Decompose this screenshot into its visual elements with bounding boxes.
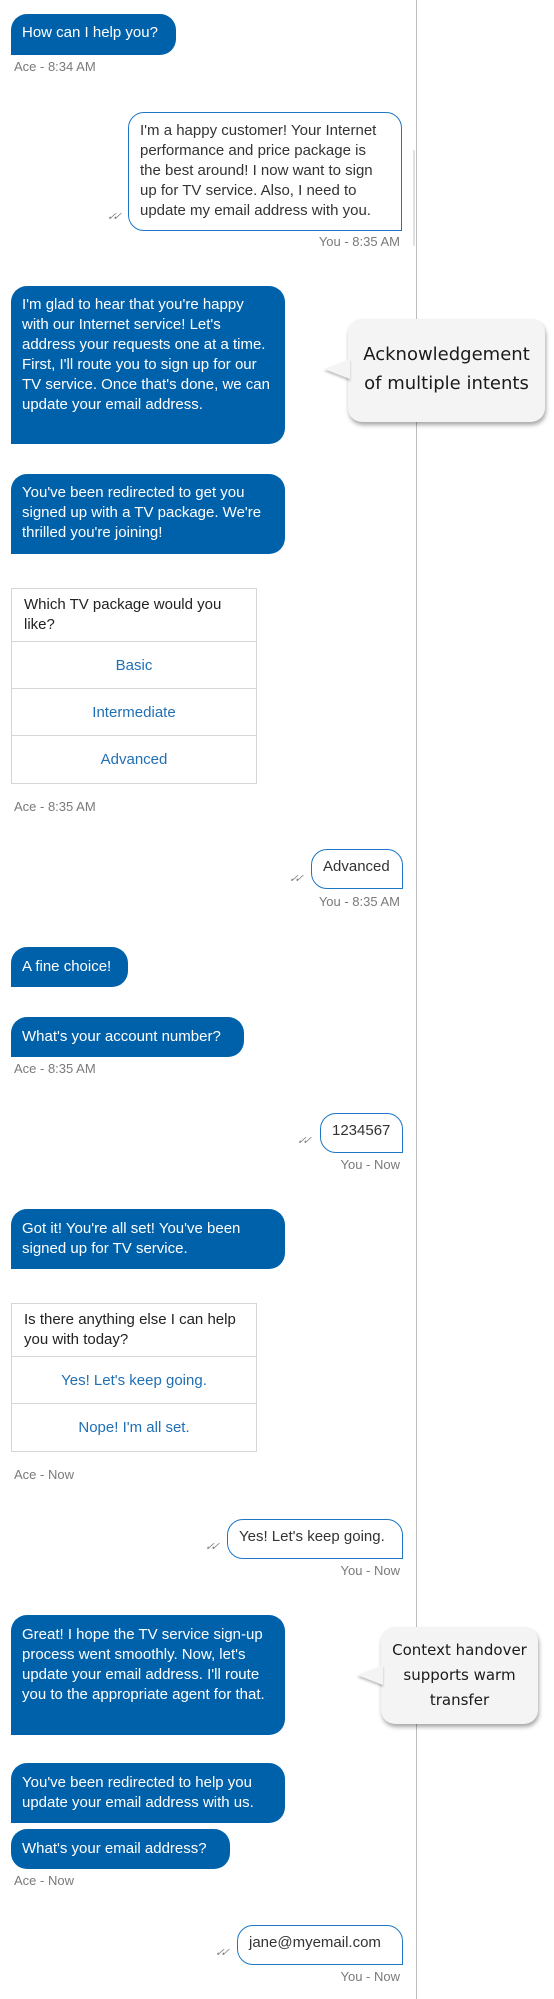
user-message: I'm a happy customer! Your Internet perf… — [128, 112, 402, 231]
user-message: jane@myemail.com — [237, 1925, 403, 1965]
message-text: You've been redirected to help you updat… — [22, 1774, 254, 1811]
message-text: I'm glad to hear that you're happy with … — [22, 296, 270, 413]
double-check-icon: ✓✓ — [203, 1541, 219, 1553]
message-meta: Ace - 8:35 AM — [14, 799, 96, 814]
option-all-set[interactable]: Nope! I'm all set. — [12, 1404, 256, 1451]
double-check-icon: ✓✓ — [213, 1947, 229, 1959]
double-check-icon: ✓✓ — [287, 873, 303, 885]
message-text: Yes! Let's keep going. — [239, 1528, 385, 1545]
option-keep-going[interactable]: Yes! Let's keep going. — [12, 1357, 256, 1404]
card-question: Which TV package would you like? — [12, 589, 256, 642]
callout-line: Context handover — [392, 1641, 527, 1659]
message-text: jane@myemail.com — [249, 1934, 381, 1951]
message-meta: Ace - 8:34 AM — [14, 59, 96, 74]
quick-reply-card: Is there anything else I can help you wi… — [11, 1303, 257, 1452]
agent-message: What's your account number? — [11, 1017, 244, 1057]
annotation-callout: Acknowledgement of multiple intents — [324, 319, 545, 422]
user-message: 1234567 — [320, 1113, 403, 1153]
agent-message: What's your email address? — [11, 1829, 230, 1869]
message-meta: You - 8:35 AM — [318, 894, 400, 909]
message-text: How can I help you? — [22, 24, 158, 41]
message-meta: Ace - Now — [14, 1467, 74, 1482]
callout-tail — [357, 1665, 383, 1685]
message-text: Got it! You're all set! You've been sign… — [22, 1220, 241, 1257]
message-meta: Ace - Now — [14, 1873, 74, 1888]
message-meta: Ace - 8:35 AM — [14, 1061, 96, 1076]
user-message: Advanced — [311, 849, 403, 889]
double-check-icon: ✓✓ — [105, 211, 121, 223]
message-meta: You - 8:35 AM — [318, 234, 400, 249]
callout-line: of multiple intents — [364, 373, 529, 394]
agent-message: A fine choice! — [11, 947, 128, 987]
message-text: You've been redirected to get you signed… — [22, 484, 262, 541]
option-basic[interactable]: Basic — [12, 642, 256, 689]
message-text: Great! I hope the TV service sign-up pro… — [22, 1626, 265, 1703]
callout-tail — [324, 359, 350, 379]
agent-message: You've been redirected to get you signed… — [11, 474, 285, 554]
double-check-icon: ✓✓ — [295, 1135, 311, 1147]
message-text: What's your email address? — [22, 1840, 207, 1857]
message-meta: You - Now — [340, 1563, 401, 1578]
user-message: Yes! Let's keep going. — [227, 1519, 403, 1559]
option-intermediate[interactable]: Intermediate — [12, 689, 256, 736]
scrollbar-thumb[interactable] — [413, 150, 415, 246]
message-meta: You - Now — [340, 1157, 401, 1172]
message-text: I'm a happy customer! Your Internet perf… — [140, 122, 377, 219]
card-question: Is there anything else I can help you wi… — [12, 1304, 256, 1357]
callout-line: transfer — [429, 1691, 490, 1709]
agent-message: I'm glad to hear that you're happy with … — [11, 286, 285, 444]
agent-message: Great! I hope the TV service sign-up pro… — [11, 1615, 285, 1735]
option-advanced[interactable]: Advanced — [12, 736, 256, 783]
message-text: What's your account number? — [22, 1028, 221, 1045]
agent-message: Got it! You're all set! You've been sign… — [11, 1209, 285, 1269]
quick-reply-card: Which TV package would you like? Basic I… — [11, 588, 257, 784]
message-text: 1234567 — [332, 1122, 391, 1139]
callout-line: Acknowledgement — [363, 344, 530, 365]
message-text: Advanced — [323, 858, 390, 875]
agent-message: You've been redirected to help you updat… — [11, 1763, 285, 1823]
agent-message: How can I help you? — [11, 14, 176, 55]
message-text: A fine choice! — [22, 958, 112, 975]
callout-line: supports warm — [403, 1666, 516, 1684]
annotation-callout: Context handover supports warm transfer — [357, 1627, 538, 1724]
message-meta: You - Now — [340, 1969, 401, 1984]
